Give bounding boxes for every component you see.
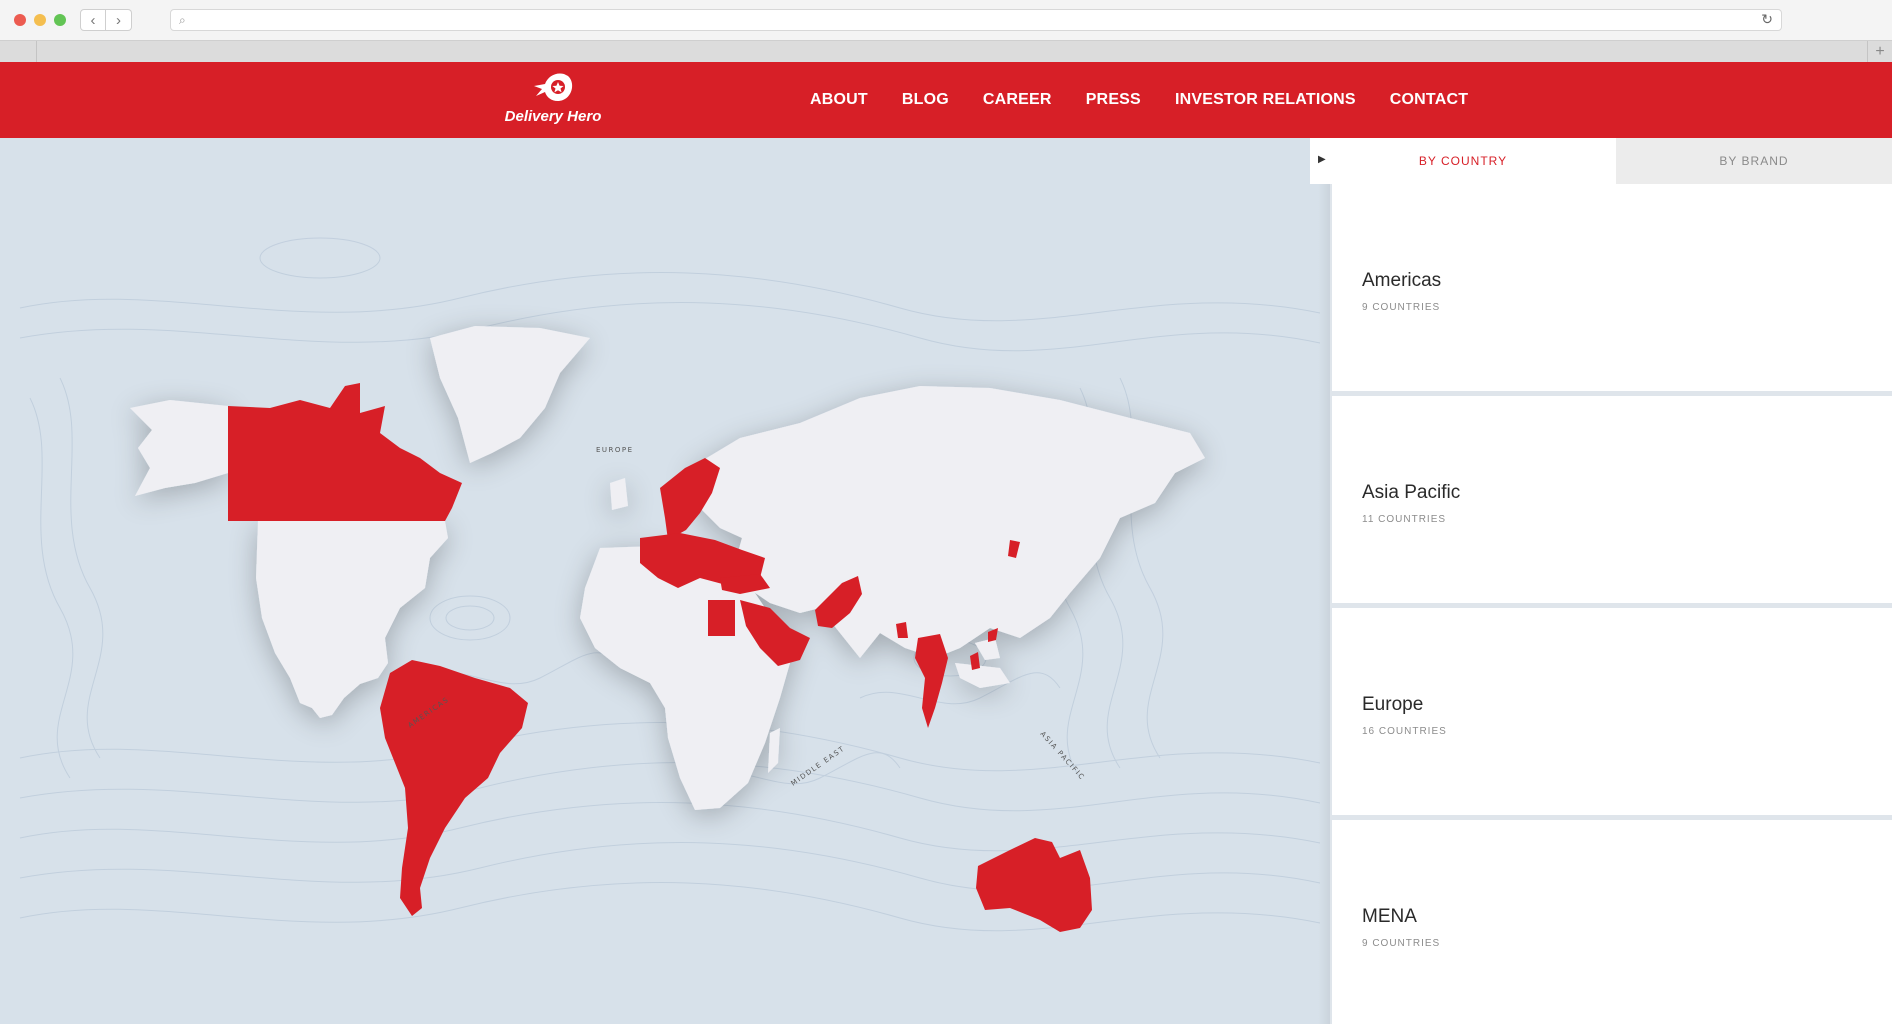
south-america[interactable] bbox=[380, 660, 528, 916]
region-card-asia-pacific[interactable]: Asia Pacific 11 COUNTRIES bbox=[1332, 396, 1892, 603]
back-button[interactable]: ‹ bbox=[80, 9, 106, 31]
play-arrow-icon: ▶ bbox=[1318, 154, 1327, 165]
nav-investor-relations[interactable]: INVESTOR RELATIONS bbox=[1175, 91, 1356, 109]
nav-contact[interactable]: CONTACT bbox=[1390, 91, 1468, 109]
browser-chrome: ‹ › ⌕ ↻ + bbox=[0, 0, 1892, 62]
nav-about[interactable]: ABOUT bbox=[810, 91, 868, 109]
maximize-window-button[interactable] bbox=[54, 14, 66, 26]
world-map-svg: EUROPE AMERICAS MIDDLE EAST ASIA PACIFIC bbox=[19, 237, 1321, 932]
label-europe: EUROPE bbox=[596, 446, 634, 454]
nav-press[interactable]: PRESS bbox=[1086, 91, 1141, 109]
address-bar[interactable]: ⌕ ↻ bbox=[170, 9, 1782, 31]
canada[interactable] bbox=[228, 383, 462, 521]
close-window-button[interactable] bbox=[14, 14, 26, 26]
forward-button[interactable]: › bbox=[106, 9, 132, 31]
region-count: 16 COUNTRIES bbox=[1362, 726, 1447, 737]
logo-text: Delivery Hero bbox=[504, 108, 602, 125]
region-name: Europe bbox=[1362, 694, 1424, 715]
region-name: MENA bbox=[1362, 906, 1417, 927]
tab-strip: + bbox=[0, 40, 1892, 62]
new-tab-button[interactable]: + bbox=[1867, 41, 1892, 62]
logo[interactable]: Delivery Hero bbox=[498, 70, 608, 130]
region-count: 9 COUNTRIES bbox=[1362, 302, 1441, 313]
minimize-window-button[interactable] bbox=[34, 14, 46, 26]
egypt[interactable] bbox=[708, 600, 735, 636]
nav-blog[interactable]: BLOG bbox=[902, 91, 949, 109]
region-card-americas[interactable]: Americas 9 COUNTRIES bbox=[1332, 184, 1892, 391]
tab-by-country-label: BY COUNTRY bbox=[1418, 154, 1508, 168]
region-count: 11 COUNTRIES bbox=[1362, 514, 1447, 525]
bangladesh[interactable] bbox=[896, 622, 908, 638]
tab-by-brand-label: BY BRAND bbox=[1719, 154, 1789, 168]
chevron-left-icon: ‹ bbox=[90, 11, 96, 29]
region-card-mena[interactable]: MENA 9 COUNTRIES bbox=[1332, 820, 1892, 1027]
window-controls bbox=[14, 14, 66, 26]
delivery-hero-logo-icon bbox=[534, 73, 573, 102]
label-middle-east: MIDDLE EAST bbox=[790, 744, 847, 787]
region-card-europe[interactable]: Europe 16 COUNTRIES bbox=[1332, 608, 1892, 815]
search-icon: ⌕ bbox=[179, 13, 186, 27]
browser-tab[interactable] bbox=[0, 41, 37, 62]
region-name: Asia Pacific bbox=[1362, 482, 1461, 503]
region-count: 9 COUNTRIES bbox=[1362, 938, 1441, 949]
myanmar-thailand[interactable] bbox=[915, 634, 948, 728]
taiwan[interactable] bbox=[988, 628, 998, 642]
reload-icon[interactable]: ↻ bbox=[1761, 11, 1773, 28]
label-asia-pacific: ASIA PACIFIC bbox=[1039, 730, 1087, 782]
site-header: Delivery Hero ABOUT BLOG CAREER PRESS IN… bbox=[0, 62, 1892, 138]
main-nav: ABOUT BLOG CAREER PRESS INVESTOR RELATIO… bbox=[810, 62, 1502, 138]
chevron-right-icon: › bbox=[116, 11, 121, 29]
region-tabs: ▶ BY COUNTRY BY BRAND bbox=[1310, 138, 1892, 184]
region-list: Americas 9 COUNTRIES Asia Pacific 11 COU… bbox=[1330, 184, 1892, 1027]
australia[interactable] bbox=[976, 838, 1092, 932]
world-map: EUROPE AMERICAS MIDDLE EAST ASIA PACIFIC bbox=[0, 138, 1330, 1024]
history-buttons: ‹ › bbox=[80, 9, 132, 31]
nav-career[interactable]: CAREER bbox=[983, 91, 1052, 109]
tab-by-country[interactable]: ▶ BY COUNTRY bbox=[1310, 138, 1616, 184]
region-name: Americas bbox=[1362, 270, 1442, 291]
tab-by-brand[interactable]: BY BRAND bbox=[1616, 138, 1892, 184]
